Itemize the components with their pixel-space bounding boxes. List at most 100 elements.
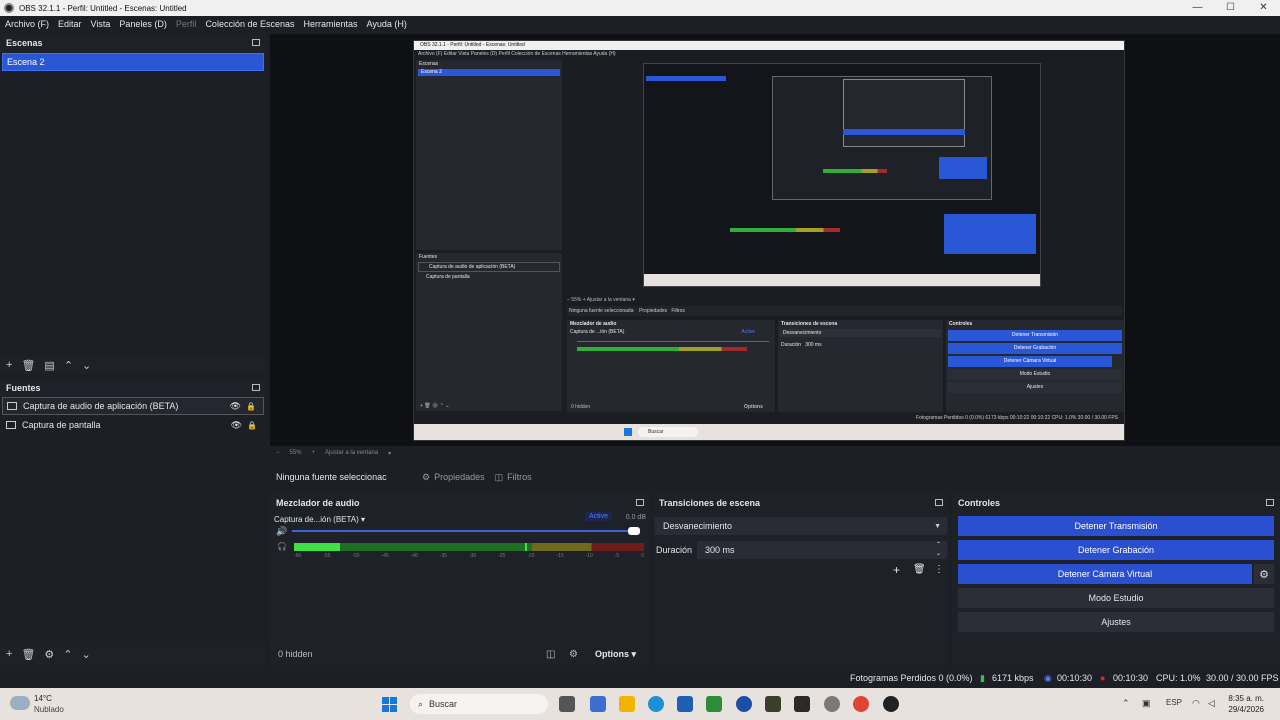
- add-source-icon[interactable]: +: [6, 648, 12, 660]
- menu-herramientas[interactable]: Herramientas: [304, 19, 358, 29]
- xbox-icon[interactable]: [706, 696, 722, 712]
- spin-arrows-icon[interactable]: ⌃ ⌄: [936, 541, 941, 559]
- mixer-channel: Captura de...ión (BETA) ▾ Active 0.0 dB …: [274, 512, 648, 559]
- source-properties-gear-icon[interactable]: ⚙: [44, 648, 54, 661]
- move-up-icon[interactable]: ⌃: [64, 359, 73, 372]
- filters-button[interactable]: ◫ Filtros: [495, 472, 532, 483]
- undock-icon[interactable]: [636, 499, 644, 506]
- hidden-count[interactable]: 0 hidden: [278, 649, 313, 659]
- edge-icon[interactable]: [648, 696, 664, 712]
- nested-mixer-title: Mezclador de audio: [570, 321, 617, 327]
- menu-coleccion-escenas[interactable]: Colección de Escenas: [205, 19, 294, 29]
- obs-taskbar-icon[interactable]: [883, 696, 899, 712]
- visibility-eye-icon[interactable]: 👁: [230, 401, 241, 412]
- fit-to-window[interactable]: Ajustar a la ventana: [325, 450, 378, 456]
- undock-icon[interactable]: [252, 384, 260, 391]
- scene-filters-icon[interactable]: ▤: [44, 359, 54, 372]
- close-button[interactable]: ✕: [1247, 0, 1280, 16]
- mixer-source-name[interactable]: Captura de...ión (BETA) ▾: [274, 515, 365, 524]
- volume-icon[interactable]: ◁: [1208, 698, 1215, 709]
- lock-icon[interactable]: 🔒: [246, 402, 256, 411]
- settings-button[interactable]: Ajustes: [958, 612, 1274, 632]
- virtual-camera-gear-icon[interactable]: ⚙: [1254, 564, 1274, 584]
- stop-virtual-camera-button[interactable]: Detener Cámara Virtual: [958, 564, 1252, 584]
- stream-time: 00:10:30: [1057, 673, 1093, 683]
- undock-icon[interactable]: [935, 499, 943, 506]
- file-explorer-icon[interactable]: [619, 696, 635, 712]
- taskbar-search[interactable]: ⌕ Buscar: [410, 694, 548, 714]
- move-up-icon[interactable]: ⌃: [63, 648, 72, 661]
- add-scene-icon[interactable]: +: [6, 359, 12, 371]
- visibility-eye-icon[interactable]: 👁: [231, 420, 242, 431]
- app-icon[interactable]: [590, 696, 606, 712]
- store-icon[interactable]: [677, 696, 693, 712]
- nested-options: Options: [744, 404, 763, 410]
- game-icon[interactable]: [765, 696, 781, 712]
- record-time: 00:10:30: [1113, 673, 1149, 683]
- controls-header: Controles: [952, 494, 1280, 511]
- mixer-settings-icon[interactable]: ⚙: [569, 649, 578, 660]
- scene-item-escena-2[interactable]: Escena 2: [2, 53, 264, 71]
- settings-gear-icon[interactable]: [824, 696, 840, 712]
- studio-mode-button[interactable]: Modo Estudio: [958, 588, 1274, 608]
- preview-canvas[interactable]: OBS 32.1.1 - Perfil: Untitled - Escenas:…: [270, 34, 1280, 446]
- menu-perfil[interactable]: Perfil: [176, 19, 197, 29]
- nested-taskbar: [644, 274, 1040, 286]
- nested-windows-taskbar: Buscar: [414, 424, 1124, 440]
- options-menu[interactable]: Options ▾: [595, 649, 636, 660]
- zoom-in-icon[interactable]: +: [312, 450, 316, 456]
- chevron-up-icon[interactable]: ⌃: [1122, 698, 1130, 709]
- duration-spinbox[interactable]: 300 ms ⌃ ⌄: [697, 541, 947, 559]
- move-down-icon[interactable]: ⌄: [82, 648, 91, 661]
- gear-icon: ⚙: [422, 471, 431, 482]
- menu-vista[interactable]: Vista: [91, 19, 111, 29]
- headphones-icon[interactable]: 🎧: [277, 542, 287, 551]
- task-view-icon[interactable]: [559, 696, 575, 712]
- search-label: Buscar: [429, 699, 458, 709]
- sources-list: Captura de audio de aplicación (BETA) 👁 …: [0, 397, 266, 647]
- clock[interactable]: 8:35 a. m. 29/4/2026: [1228, 693, 1264, 715]
- maximize-button[interactable]: ☐: [1214, 0, 1247, 16]
- menu-editar[interactable]: Editar: [58, 19, 82, 29]
- source-item-screen-capture[interactable]: Captura de pantalla 👁 🔒: [2, 416, 264, 434]
- nested-properties: Propiedades: [639, 308, 668, 314]
- transition-type-select[interactable]: Desvanecimiento ▼: [655, 517, 947, 535]
- game-icon[interactable]: [794, 696, 810, 712]
- tray-app-icon[interactable]: ▣: [1142, 698, 1151, 709]
- menu-ayuda[interactable]: Ayuda (H): [367, 19, 407, 29]
- volume-meter-peak: [525, 543, 527, 551]
- remove-transition-icon[interactable]: 🗑: [913, 564, 926, 575]
- context-bar: Ninguna fuente seleccionac ⚙ Propiedades…: [270, 466, 1280, 488]
- menu-paneles[interactable]: Paneles (D): [119, 19, 167, 29]
- add-transition-icon[interactable]: +: [893, 563, 900, 577]
- volume-slider-handle[interactable]: [628, 527, 640, 535]
- undock-icon[interactable]: [252, 39, 260, 46]
- source-item-audio-capture[interactable]: Captura de audio de aplicación (BETA) 👁 …: [2, 397, 264, 415]
- undock-icon[interactable]: [1266, 499, 1274, 506]
- cloud-icon[interactable]: [10, 696, 30, 710]
- chevron-down-icon[interactable]: ▾: [388, 450, 391, 457]
- zoom-out-icon[interactable]: −: [276, 450, 280, 456]
- speaker-icon[interactable]: 🔊: [276, 526, 287, 537]
- chrome-icon[interactable]: [853, 696, 869, 712]
- scenes-dock-header: Escenas: [0, 34, 266, 51]
- nested-scene-selection: [646, 76, 726, 81]
- stop-streaming-button[interactable]: Detener Transmisión: [958, 516, 1274, 536]
- menu-archivo[interactable]: Archivo (F): [5, 19, 49, 29]
- stop-recording-button[interactable]: Detener Grabación: [958, 540, 1274, 560]
- monitor-icon: [6, 421, 16, 429]
- remove-source-icon[interactable]: 🗑: [21, 648, 35, 661]
- lock-icon[interactable]: 🔒: [247, 421, 257, 430]
- windows-start-icon[interactable]: [382, 697, 397, 712]
- more-options-icon[interactable]: ⋮: [934, 564, 944, 575]
- properties-button[interactable]: ⚙ Propiedades: [422, 472, 485, 483]
- language-indicator[interactable]: ESP: [1166, 698, 1182, 707]
- nested-controls-panel: Controles Detener Transmisión Detener Gr…: [946, 320, 1124, 412]
- remove-scene-icon[interactable]: 🗑: [21, 359, 35, 372]
- move-down-icon[interactable]: ⌄: [82, 359, 91, 372]
- minimize-button[interactable]: —: [1181, 0, 1214, 16]
- ea-icon[interactable]: [736, 696, 752, 712]
- layout-icon[interactable]: ◫: [546, 649, 555, 660]
- volume-slider[interactable]: [292, 527, 640, 535]
- wifi-icon[interactable]: ◠: [1192, 698, 1200, 709]
